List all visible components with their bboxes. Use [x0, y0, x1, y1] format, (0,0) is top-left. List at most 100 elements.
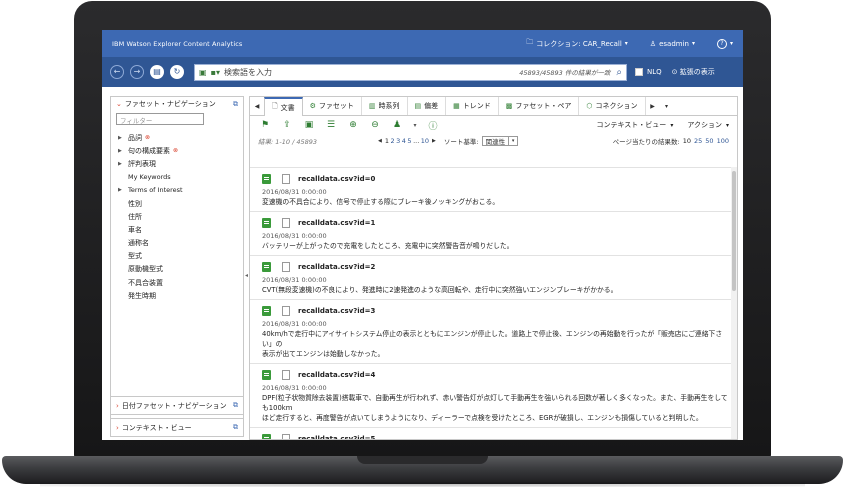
- search-box[interactable]: ▣ ▪▾ 検索語を入力 45893/45893 件の結果が一致 ⌕: [194, 63, 627, 81]
- user-menu[interactable]: ♙ esadmin ▾: [650, 40, 695, 48]
- tab-trend[interactable]: ▦ トレンド: [446, 97, 499, 115]
- document-preview-icon[interactable]: [282, 174, 290, 184]
- date-facet-panel[interactable]: › 日付ファセット・ナビゲーション ⧉: [110, 396, 244, 415]
- collection-menu[interactable]: 🗀 コレクション: CAR_Recall ▾: [526, 38, 628, 49]
- facet-item[interactable]: 性別: [111, 197, 243, 210]
- page-link[interactable]: 3: [396, 137, 400, 145]
- help-circle-icon[interactable]: ⓘ: [426, 119, 440, 132]
- extended-view-toggle[interactable]: ⊙ 拡張の表示: [672, 67, 715, 77]
- per-page-option[interactable]: 50: [705, 137, 713, 145]
- popout-icon[interactable]: ⧉: [233, 401, 238, 410]
- page-link[interactable]: 1: [385, 137, 389, 145]
- result-title-link[interactable]: recalldata.csv?id=5: [298, 435, 375, 439]
- result-range: 結果: 1-10 / 45893: [258, 138, 318, 146]
- saved-search-button[interactable]: ▤: [150, 65, 164, 79]
- page-link[interactable]: 2: [391, 137, 395, 145]
- facet-item[interactable]: ▶ 品詞 ⊗: [111, 131, 243, 144]
- action-dropdown[interactable]: アクション ▾: [687, 120, 729, 130]
- document-preview-icon[interactable]: [282, 306, 290, 316]
- facet-item[interactable]: My Keywords: [111, 171, 243, 184]
- tab-timeseries[interactable]: ▥ 時系列: [362, 97, 408, 115]
- collapse-arrow-icon[interactable]: ◂: [245, 272, 248, 279]
- tab-scroll-left[interactable]: ◀: [250, 97, 264, 115]
- csv-document-icon[interactable]: [262, 370, 271, 380]
- csv-document-icon[interactable]: [262, 218, 271, 228]
- facet-item[interactable]: 原動機型式: [111, 263, 243, 276]
- tab-deviation[interactable]: ▤ 偏差: [408, 97, 447, 115]
- sort-select[interactable]: 関連性: [481, 136, 510, 146]
- folder-options-icon[interactable]: ▪▾: [211, 68, 220, 77]
- per-page-option[interactable]: 100: [717, 137, 729, 145]
- refresh-button[interactable]: ↻: [170, 65, 184, 79]
- facet-item[interactable]: 発生時期: [111, 289, 243, 302]
- chevron-down-icon[interactable]: ▾: [412, 119, 418, 131]
- facet-item[interactable]: 住所: [111, 210, 243, 223]
- csv-document-icon[interactable]: [262, 174, 271, 184]
- facet-item[interactable]: ▶ 句の構成要素 ⊗: [111, 144, 243, 157]
- popout-icon[interactable]: ⧉: [233, 423, 238, 432]
- page-link[interactable]: 4: [402, 137, 406, 145]
- document-preview-icon[interactable]: [282, 262, 290, 272]
- facet-item[interactable]: ▶ 評判表現: [111, 157, 243, 170]
- result-title-link[interactable]: recalldata.csv?id=3: [298, 307, 375, 315]
- document-preview-icon[interactable]: [282, 370, 290, 380]
- tab-menu-icon[interactable]: ▾: [660, 97, 674, 115]
- expand-triangle-icon[interactable]: ▶: [118, 135, 128, 141]
- csv-document-icon[interactable]: [262, 306, 271, 316]
- tab-document[interactable]: 🗋 文書: [264, 97, 303, 116]
- scrollbar-thumb[interactable]: [732, 171, 736, 291]
- tab-scroll-right[interactable]: ▶: [646, 97, 660, 115]
- facet-item[interactable]: 型式: [111, 250, 243, 263]
- nlq-checkbox[interactable]: NLQ: [635, 68, 662, 76]
- popout-icon[interactable]: ⧉: [233, 100, 238, 109]
- tab-connection[interactable]: ⬡ コネクション: [579, 97, 646, 115]
- zoom-in-icon[interactable]: ⊕: [346, 119, 360, 131]
- back-button[interactable]: ←: [110, 65, 124, 79]
- facet-item[interactable]: 不具合装置: [111, 276, 243, 289]
- facet-item-label: 評判表現: [128, 159, 156, 168]
- result-title-link[interactable]: recalldata.csv?id=2: [298, 263, 375, 271]
- sort-dropdown-icon[interactable]: ▾: [509, 136, 519, 146]
- result-title-link[interactable]: recalldata.csv?id=1: [298, 219, 375, 227]
- result-title-link[interactable]: recalldata.csv?id=4: [298, 371, 375, 379]
- expand-triangle-icon[interactable]: ▶: [118, 161, 128, 167]
- flag-icon[interactable]: ⚑: [258, 119, 272, 131]
- facet-item[interactable]: 通称名: [111, 237, 243, 250]
- help-menu[interactable]: ? ▾: [716, 38, 733, 49]
- chevron-right-icon[interactable]: ›: [116, 402, 119, 410]
- per-page-option[interactable]: 25: [694, 137, 702, 145]
- facet-panel-header[interactable]: ⌄ ファセット・ナビゲーション ⧉: [111, 97, 243, 111]
- pager-next-icon[interactable]: ▶: [432, 138, 436, 144]
- results-scrollbar[interactable]: [731, 167, 737, 439]
- page-link[interactable]: 10: [421, 137, 429, 145]
- preview-icon[interactable]: ▣: [302, 119, 316, 131]
- facet-item[interactable]: ▶ Terms of Interest: [111, 184, 243, 197]
- search-input[interactable]: 検索語を入力: [224, 67, 519, 78]
- search-icon[interactable]: ⌕: [616, 67, 622, 78]
- chevron-right-icon[interactable]: ›: [116, 424, 119, 432]
- context-view-dropdown[interactable]: コンテキスト・ビュー ▾: [597, 120, 674, 130]
- pager-prev-icon[interactable]: ◀: [378, 138, 382, 144]
- context-view-panel[interactable]: › コンテキスト・ビュー ⧉: [110, 418, 244, 437]
- pager: 1 2 3 4 5... 10: [385, 137, 429, 145]
- person-icon[interactable]: ♟: [390, 119, 404, 131]
- tab-facet[interactable]: ⚙ ファセット: [303, 97, 362, 115]
- sliders-icon[interactable]: ☰: [324, 119, 338, 131]
- document-preview-icon[interactable]: [282, 434, 290, 439]
- document-preview-icon[interactable]: [282, 218, 290, 228]
- result-title-link[interactable]: recalldata.csv?id=0: [298, 175, 375, 183]
- chevron-down-icon[interactable]: ⌄: [116, 100, 122, 108]
- tab-facet-pair[interactable]: ▩ ファセット・ペア: [499, 97, 580, 115]
- expand-triangle-icon[interactable]: ▶: [118, 148, 128, 154]
- csv-document-icon[interactable]: [262, 262, 271, 272]
- export-icon[interactable]: ⇪: [280, 119, 294, 131]
- facet-item[interactable]: 車名: [111, 223, 243, 236]
- csv-document-icon[interactable]: [262, 434, 271, 439]
- image-icon[interactable]: ▣: [199, 68, 207, 77]
- expand-triangle-icon[interactable]: ▶: [118, 187, 128, 193]
- forward-button[interactable]: →: [130, 65, 144, 79]
- zoom-out-icon[interactable]: ⊖: [368, 119, 382, 131]
- page-link[interactable]: 5: [407, 137, 411, 145]
- filter-input[interactable]: フィルター: [116, 113, 204, 125]
- checkbox-box[interactable]: [635, 68, 643, 76]
